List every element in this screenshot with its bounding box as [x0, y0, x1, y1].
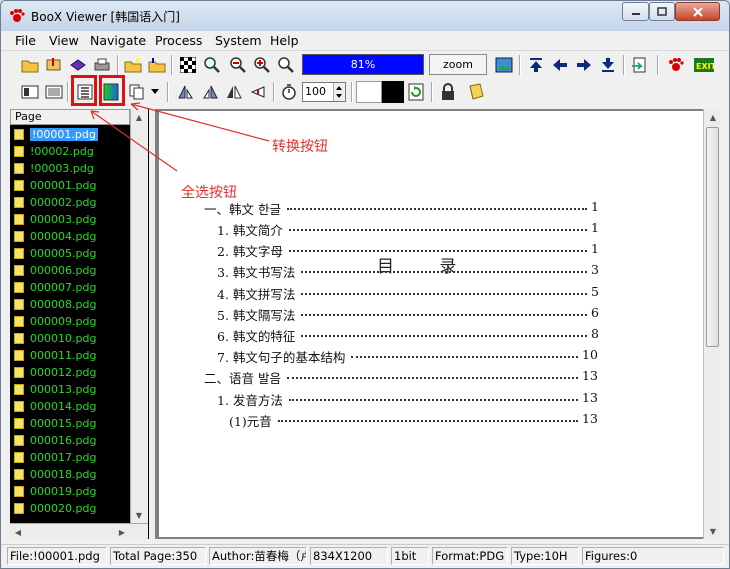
status-format: Format:PDG: [432, 547, 508, 565]
status-bar: File:!00001.pdg Total Page:350 Author:苗春…: [1, 544, 729, 568]
status-file: File:!00001.pdg: [7, 547, 107, 565]
status-dimensions: 834X1200: [310, 547, 388, 565]
app-window: BooX Viewer [韩国语入门] File View Navigate P…: [0, 0, 730, 569]
select-all-annotation: 全选按钮: [181, 185, 237, 201]
annotation-arrows: [90, 102, 270, 172]
status-figures: Figures:0: [582, 547, 724, 565]
status-total-pages: Total Page:350: [110, 547, 206, 565]
status-bit-depth: 1bit: [391, 547, 429, 565]
status-type: Type:10H: [511, 547, 579, 565]
convert-button-annotation: 转换按钮: [272, 139, 328, 155]
status-author: Author:苗春梅（卢: [209, 547, 307, 565]
